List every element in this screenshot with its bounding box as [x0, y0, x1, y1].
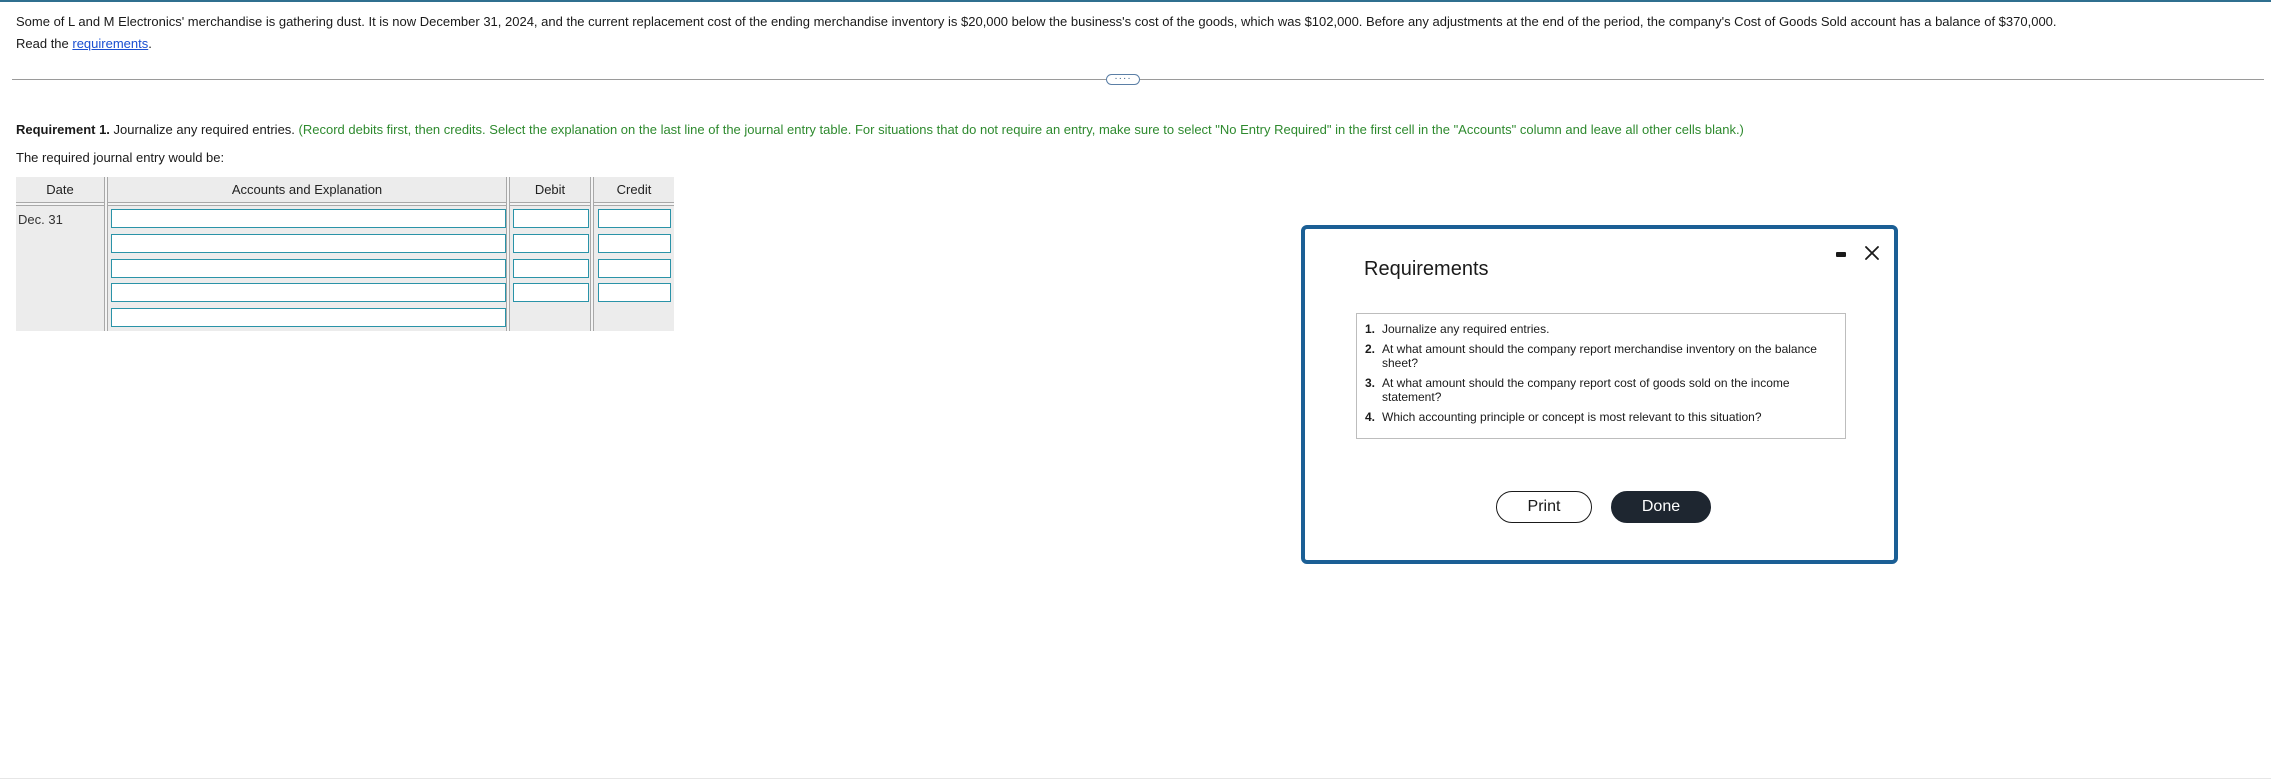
account-input-3[interactable] [111, 259, 506, 278]
debit-input-1[interactable] [513, 209, 589, 228]
requirement-1-text: Requirement 1. Journalize any required e… [16, 121, 1744, 139]
list-item: 1. Journalize any required entries. [1365, 322, 1835, 336]
credit-input-2[interactable] [598, 234, 671, 253]
item-text: At what amount should the company report… [1382, 342, 1817, 370]
list-item: 2. At what amount should the company repo… [1365, 342, 1835, 370]
list-item: 4. Which accounting principle or concept … [1365, 410, 1835, 424]
debit-input-3[interactable] [513, 259, 589, 278]
requirement-1-task: Journalize any required entries. [109, 122, 299, 137]
requirements-list: 1. Journalize any required entries. 2. At … [1356, 313, 1846, 439]
debit-input-2[interactable] [513, 234, 589, 253]
item-number: 3. [1365, 376, 1376, 390]
close-icon [1865, 246, 1879, 260]
account-input-2[interactable] [111, 234, 506, 253]
debit-input-4[interactable] [513, 283, 589, 302]
divider-expand-handle[interactable]: ···· [1106, 74, 1140, 85]
read-suffix: . [148, 36, 152, 51]
journal-entry-table: Date Accounts and Explanation Debit Cred… [16, 177, 674, 331]
requirement-1-label: Requirement 1. [16, 122, 110, 137]
done-button[interactable]: Done [1611, 491, 1711, 523]
top-accent-bar [0, 0, 2271, 2]
header-date: Date [46, 182, 74, 197]
credit-input-4[interactable] [598, 283, 671, 302]
requirements-link[interactable]: requirements [72, 36, 148, 51]
item-text: Which accounting principle or concept is… [1382, 410, 1762, 424]
credit-input-3[interactable] [598, 259, 671, 278]
problem-statement: Some of L and M Electronics' merchandise… [16, 14, 2057, 29]
explanation-input[interactable] [111, 308, 506, 327]
minimize-button[interactable] [1833, 246, 1849, 262]
minimize-icon [1836, 252, 1846, 257]
item-number: 2. [1365, 342, 1376, 356]
item-number: 4. [1365, 410, 1376, 424]
column-separator [104, 177, 108, 331]
header-debit: Debit [534, 182, 566, 197]
account-input-1[interactable] [111, 209, 506, 228]
item-number: 1. [1365, 322, 1376, 336]
journal-entry-intro: The required journal entry would be: [16, 150, 225, 165]
print-button[interactable]: Print [1496, 491, 1592, 523]
dialog-title: Requirements [1364, 258, 1489, 280]
requirements-dialog: Requirements 1. Journalize any required e… [1301, 225, 1898, 564]
header-separator [16, 202, 674, 206]
close-button[interactable] [1862, 243, 1882, 263]
credit-input-1[interactable] [598, 209, 671, 228]
date-cell: Dec. 31 [18, 212, 63, 227]
list-item: 3. At what amount should the company repo… [1365, 376, 1835, 404]
requirement-1-instruction: (Record debits first, then credits. Sele… [298, 122, 1744, 137]
column-separator [506, 177, 510, 331]
header-accounts: Accounts and Explanation [231, 182, 383, 197]
account-input-4[interactable] [111, 283, 506, 302]
item-text: Journalize any required entries. [1382, 322, 1550, 336]
read-requirements-line: Read the requirements. [16, 35, 152, 53]
bottom-border [0, 778, 2271, 779]
column-separator [590, 177, 594, 331]
item-text: At what amount should the company report… [1382, 376, 1790, 404]
read-prefix: Read the [16, 36, 73, 51]
header-credit: Credit [616, 182, 652, 197]
